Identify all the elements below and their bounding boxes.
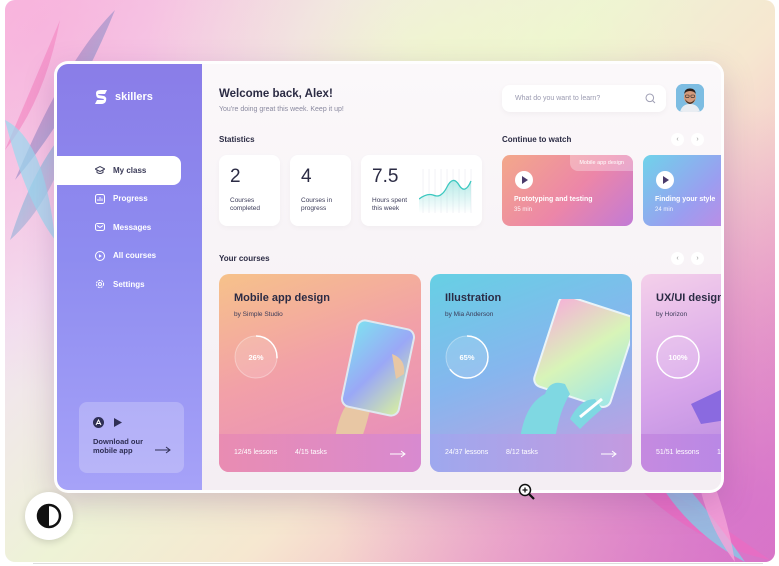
stat-value: 4	[301, 166, 312, 187]
course-author: by Mia Anderson	[445, 311, 494, 318]
play-icon[interactable]	[656, 171, 674, 189]
sidebar-item-label: All courses	[113, 251, 157, 261]
avatar[interactable]	[676, 84, 704, 112]
search-icon	[645, 93, 656, 104]
prev-arrow-icon[interactable]: ‹	[671, 252, 684, 265]
statistics-heading: Statistics	[219, 135, 255, 144]
gear-icon	[95, 280, 105, 289]
divider	[33, 563, 763, 564]
google-play-icon[interactable]	[112, 417, 123, 428]
stat-card-hours: 7.5 Hours spent this week	[361, 155, 482, 226]
course-illustration	[691, 389, 721, 424]
sidebar: skillers My class Progress Messages All …	[57, 64, 202, 490]
stat-label: Hours spent this week	[372, 197, 408, 212]
contrast-toggle-button[interactable]	[25, 492, 73, 540]
continue-card-prototyping[interactable]: Mobile app design Prototyping and testin…	[502, 155, 633, 226]
tablet-illustration	[520, 299, 630, 439]
sidebar-item-settings[interactable]: Settings	[57, 270, 202, 299]
arrow-right-icon[interactable]	[601, 450, 617, 458]
courses-heading: Your courses	[219, 254, 270, 263]
page-subtitle: You're doing great this week. Keep it up…	[219, 106, 344, 113]
sidebar-item-my-class[interactable]: My class	[57, 156, 181, 185]
stat-value: 2	[230, 166, 241, 187]
course-author: by Simple Studio	[234, 311, 283, 318]
sidebar-item-label: Progress	[113, 194, 148, 204]
arrow-right-icon[interactable]	[155, 446, 171, 454]
tasks-count: 17	[717, 449, 721, 456]
store-icons	[93, 417, 123, 428]
next-arrow-icon[interactable]: ›	[691, 252, 704, 265]
progress-percent: 65%	[459, 352, 475, 362]
download-app-label: Download our mobile app	[93, 437, 143, 455]
zoom-in-cursor-icon	[518, 483, 535, 500]
page-title: Welcome back, Alex!	[219, 88, 333, 100]
course-title: Illustration	[445, 292, 502, 304]
search-placeholder: What do you want to learn?	[515, 95, 601, 102]
stat-value: 7.5	[372, 166, 399, 187]
courses-pager: ‹ ›	[671, 252, 704, 265]
app-store-icon[interactable]	[93, 417, 104, 428]
stat-label: Courses completed	[230, 197, 260, 212]
course-tag: Mobile app design	[570, 155, 633, 171]
continue-heading: Continue to watch	[502, 135, 572, 144]
course-card-mobile-app-design[interactable]: Mobile app design by Simple Studio 26% 1…	[219, 274, 421, 472]
stat-card-completed: 2 Courses completed	[219, 155, 280, 226]
search-input[interactable]: What do you want to learn?	[502, 85, 666, 112]
continue-card-style[interactable]: Finding your style 24 min	[643, 155, 721, 226]
stat-label: Courses in progress	[301, 197, 333, 212]
lesson-duration: 35 min	[514, 207, 533, 213]
tasks-count: 8/12 tasks	[506, 449, 538, 456]
progress-percent: 26%	[248, 352, 264, 362]
arrow-right-icon[interactable]	[390, 450, 406, 458]
lessons-count: 51/51 lessons	[656, 449, 700, 456]
phone-illustration	[334, 319, 416, 444]
graduation-cap-icon	[95, 166, 105, 175]
continue-pager: ‹ ›	[671, 133, 704, 146]
lesson-title: Finding your style	[655, 196, 716, 203]
sidebar-item-label: Messages	[113, 222, 152, 232]
course-card-ux-ui-design[interactable]: UX/UI design by Horizon 100% 51/51 lesso…	[641, 274, 724, 472]
play-icon[interactable]	[515, 171, 533, 189]
app-window: skillers My class Progress Messages All …	[54, 61, 724, 493]
brand-logo[interactable]: skillers	[93, 89, 153, 105]
contrast-icon	[36, 503, 62, 529]
next-arrow-icon[interactable]: ›	[691, 133, 704, 146]
mobile-app-promo[interactable]: Download our mobile app	[79, 402, 184, 473]
course-title: UX/UI design	[656, 292, 724, 304]
tasks-count: 4/15 tasks	[295, 449, 327, 456]
sidebar-item-messages[interactable]: Messages	[57, 213, 202, 242]
lesson-title: Prototyping and testing	[514, 196, 593, 203]
brand-name: skillers	[115, 91, 153, 103]
sidebar-item-all-courses[interactable]: All courses	[57, 242, 202, 271]
mail-icon	[95, 223, 105, 232]
course-title: Mobile app design	[234, 292, 330, 304]
play-circle-icon	[95, 250, 105, 261]
sidebar-item-label: My class	[113, 165, 147, 175]
progress-percent: 100%	[668, 352, 688, 362]
course-card-illustration[interactable]: Illustration by Mia Anderson 65% 24/37 l…	[430, 274, 632, 472]
stat-card-in-progress: 4 Courses in progress	[290, 155, 351, 226]
sidebar-item-progress[interactable]: Progress	[57, 185, 202, 214]
logo-icon	[95, 90, 107, 104]
main-content: Welcome back, Alex! You're doing great t…	[202, 64, 721, 490]
lessons-count: 24/37 lessons	[445, 449, 489, 456]
hours-sparkline	[419, 169, 472, 213]
sidebar-item-label: Settings	[113, 279, 145, 289]
bar-chart-icon	[95, 193, 105, 204]
prev-arrow-icon[interactable]: ‹	[671, 133, 684, 146]
user-avatar-image	[676, 84, 704, 112]
lesson-duration: 24 min	[655, 207, 674, 213]
lessons-count: 12/45 lessons	[234, 449, 278, 456]
course-author: by Horizon	[656, 311, 688, 318]
sidebar-nav: My class Progress Messages All courses S…	[57, 156, 202, 299]
